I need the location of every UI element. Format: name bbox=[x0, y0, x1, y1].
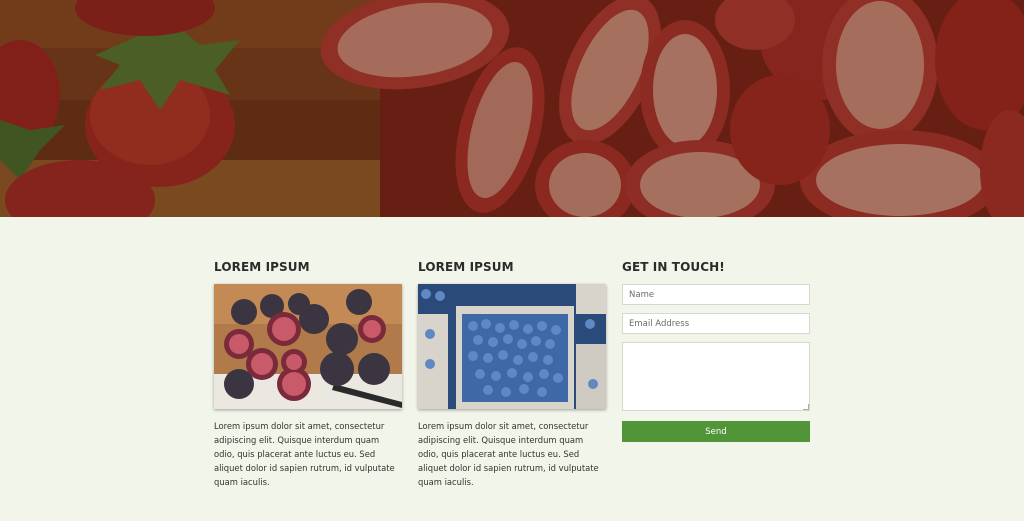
feature-column-1: LOREM IPSUM Lorem ipsum dolor sit amet, … bbox=[214, 258, 402, 487]
blueberries-photo bbox=[418, 284, 606, 409]
contact-form: GET IN TOUCH! Send bbox=[622, 258, 810, 442]
hero-banner bbox=[0, 0, 1024, 217]
send-button[interactable]: Send bbox=[622, 421, 810, 442]
email-field[interactable] bbox=[622, 313, 810, 334]
name-field[interactable] bbox=[622, 284, 810, 305]
feature-column-2: LOREM IPSUM Lorem ipsum dolor sit amet, … bbox=[418, 258, 606, 487]
hero-overlay bbox=[0, 0, 1024, 217]
contact-heading: GET IN TOUCH! bbox=[622, 260, 725, 274]
message-field[interactable] bbox=[622, 342, 810, 411]
column-2-text: Lorem ipsum dolor sit amet, consectetur … bbox=[418, 421, 599, 487]
column-1-text: Lorem ipsum dolor sit amet, consectetur … bbox=[214, 421, 395, 487]
column-1-heading: LOREM IPSUM bbox=[214, 260, 310, 274]
column-2-heading: LOREM IPSUM bbox=[418, 260, 514, 274]
figs-photo bbox=[214, 284, 402, 409]
